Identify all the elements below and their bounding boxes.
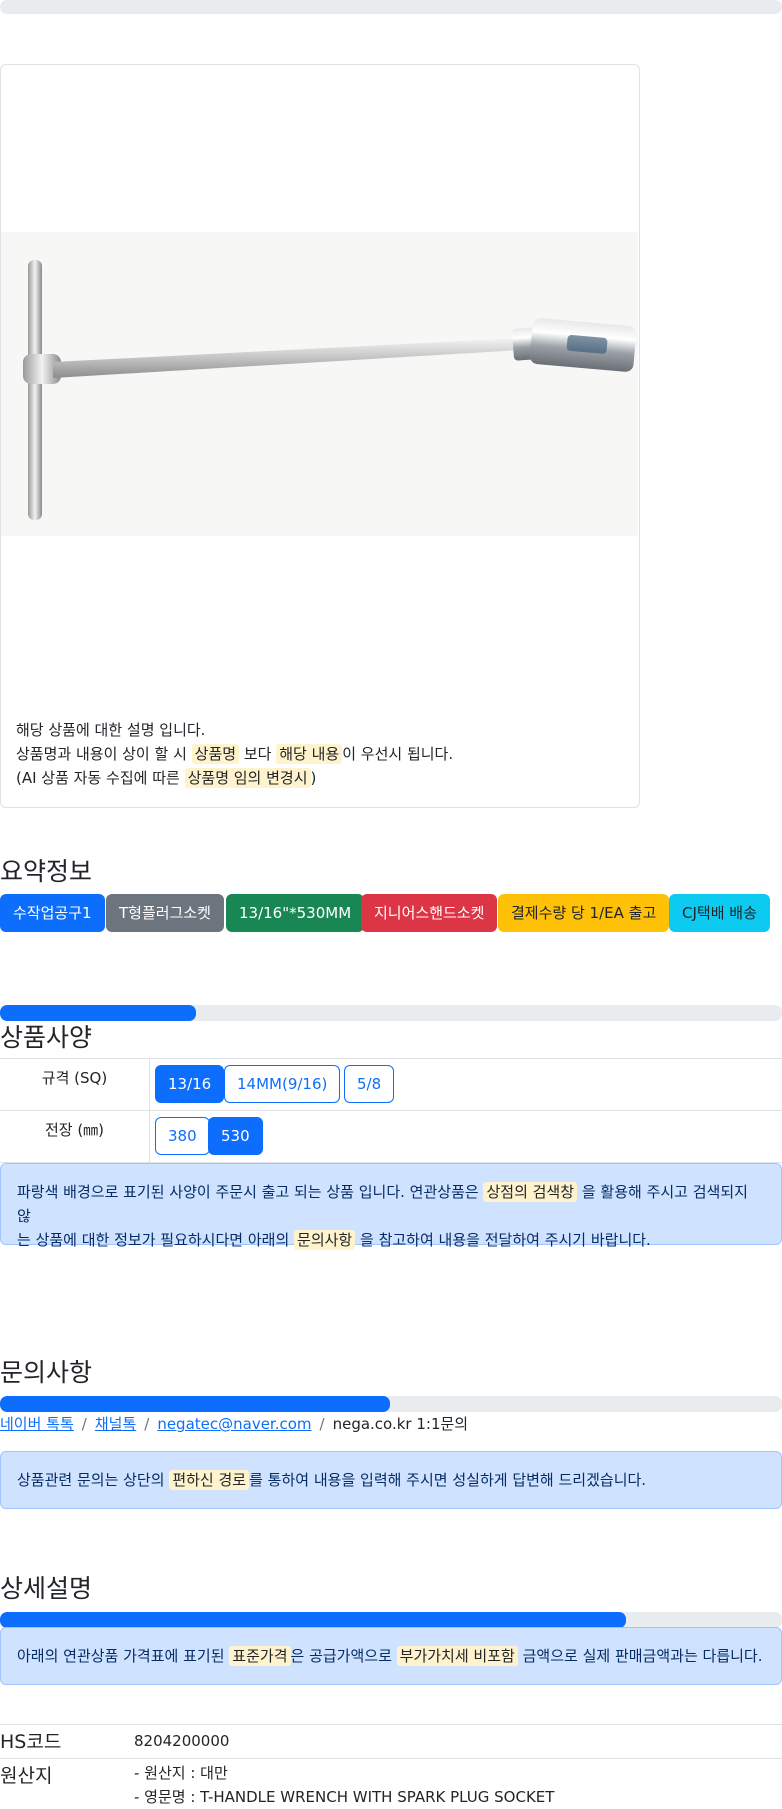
desc-line-3: (AI 상품 자동 수집에 따른 상품명 임의 변경시) (16, 766, 453, 790)
origin-value: - 원산지 : 대만 - 영문명 : T-HANDLE WRENCH WITH … (134, 1761, 554, 1809)
highlight-content: 해당 내용 (276, 744, 343, 764)
naver-talk-link[interactable]: 네이버 톡톡 (0, 1415, 74, 1433)
notice-text: 은 공급가액으로 (290, 1647, 392, 1665)
spec-notice-line-2: 는 상품에 대한 정보가 필요하시다면 아래의 문의사항 을 참고하여 내용을 … (17, 1228, 765, 1252)
origin-english-name: - 영문명 : T-HANDLE WRENCH WITH SPARK PLUG … (134, 1788, 555, 1806)
notice-text: 는 상품에 대한 정보가 필요하시다면 아래의 (17, 1231, 290, 1249)
option-5-8[interactable]: 5/8 (344, 1065, 395, 1103)
highlight-route: 편하신 경로 (169, 1470, 250, 1490)
desc-text: 상품명과 내용이 상이 할 시 (16, 745, 187, 763)
notice-text: 금액으로 실제 판매금액과는 다릅니다. (522, 1647, 763, 1665)
spec-progress-bar (0, 1005, 782, 1021)
separator: / (319, 1415, 325, 1433)
spec-notice-line-1: 파랑색 배경으로 표기된 사양이 주문시 출고 되는 상품 입니다. 연관상품은… (17, 1180, 765, 1228)
inquiry-progress-fill (0, 1396, 390, 1412)
detail-progress-fill (0, 1612, 626, 1628)
product-description: 해당 상품에 대한 설명 입니다. 상품명과 내용이 상이 할 시 상품명 보다… (16, 718, 453, 790)
notice-text: 상품관련 문의는 상단의 (17, 1471, 165, 1489)
notice-text: 을 참고하여 내용을 전달하여 주시기 바랍니다. (360, 1231, 651, 1249)
spec-row-size: 규격 (SQ) 13/16 14MM(9/16) 5/8 (0, 1059, 782, 1111)
desc-line-2: 상품명과 내용이 상이 할 시 상품명 보다 해당 내용 이 우선시 됩니다. (16, 742, 453, 766)
spec-table: 규격 (SQ) 13/16 14MM(9/16) 5/8 전장 (㎜) 380 … (0, 1058, 782, 1163)
spec-label-size: 규격 (SQ) (0, 1059, 150, 1110)
option-13-16[interactable]: 13/16 (155, 1065, 225, 1103)
detail-title: 상세설명 (0, 1574, 93, 1603)
inquiry-title: 문의사항 (0, 1358, 93, 1387)
inquiry-links: 네이버 톡톡 / 채널톡 / negatec@naver.com / nega.co.kr … (0, 1412, 468, 1436)
summary-badge: T형플러그소켓 (106, 894, 224, 932)
inquiry-notice: 상품관련 문의는 상단의 편하신 경로 를 통하여 내용을 입력해 주시면 성실하… (0, 1451, 782, 1509)
desc-text: (AI 상품 자동 수집에 따른 (16, 769, 180, 787)
option-380[interactable]: 380 (155, 1117, 210, 1155)
desc-text: ) (310, 769, 317, 787)
option-530[interactable]: 530 (208, 1117, 263, 1155)
highlight-search: 상점의 검색창 (483, 1182, 578, 1202)
separator: / (144, 1415, 150, 1433)
product-image (1, 232, 638, 536)
detail-notice: 아래의 연관상품 가격표에 표기된 표준가격 은 공급가액으로 부가가치세 비포함… (0, 1627, 782, 1685)
desc-text: 이 우선시 됩니다. (342, 745, 454, 763)
origin-label: 원산지 (0, 1765, 53, 1787)
detail-progress-bar (0, 1612, 782, 1628)
origin-row: 원산지 - 원산지 : 대만 - 영문명 : T-HANDLE WRENCH W… (0, 1758, 782, 1808)
origin-country: - 원산지 : 대만 (134, 1764, 228, 1782)
summary-badge: 지니어스핸드소켓 (361, 894, 498, 932)
notice-text: 아래의 연관상품 가격표에 표기된 (17, 1647, 225, 1665)
desc-text: 보다 (243, 745, 272, 763)
spec-title: 상품사양 (0, 1023, 93, 1052)
hs-code-value: 8204200000 (134, 1732, 230, 1750)
t-handle-wrench-illustration (23, 260, 637, 520)
hs-code-row: HS코드 8204200000 (0, 1724, 782, 1758)
highlight-standard-price: 표준가격 (229, 1646, 291, 1666)
summary-badge: 13/16"*530MM (226, 894, 365, 932)
summary-badge: CJ택배 배송 (669, 894, 770, 932)
notice-text: 를 통하여 내용을 입력해 주시면 성실하게 답변해 드리겠습니다. (249, 1471, 647, 1489)
channel-talk-link[interactable]: 채널톡 (95, 1415, 136, 1433)
highlight-vat-excluded: 부가가치세 비포함 (396, 1646, 518, 1666)
highlight-inquiry: 문의사항 (294, 1230, 356, 1250)
summary-badge: 결제수량 당 1/EA 출고 (498, 894, 670, 932)
inquiry-progress-bar (0, 1396, 782, 1412)
summary-title: 요약정보 (0, 857, 93, 886)
spec-row-length: 전장 (㎜) 380 530 (0, 1111, 782, 1163)
highlight-name-change: 상품명 임의 변경시 (184, 768, 311, 788)
highlight-product-name: 상품명 (191, 744, 240, 764)
site-inquiry-text: nega.co.kr 1:1문의 (332, 1415, 469, 1433)
email-link[interactable]: negatec@naver.com (157, 1415, 311, 1433)
top-progress-bar (0, 0, 782, 14)
spec-label-length: 전장 (㎜) (0, 1111, 150, 1162)
option-14mm[interactable]: 14MM(9/16) (224, 1065, 341, 1103)
separator: / (81, 1415, 87, 1433)
spec-notice: 파랑색 배경으로 표기된 사양이 주문시 출고 되는 상품 입니다. 연관상품은… (0, 1163, 782, 1250)
notice-text: 파랑색 배경으로 표기된 사양이 주문시 출고 되는 상품 입니다. 연관상품은 (17, 1183, 479, 1201)
desc-line-1: 해당 상품에 대한 설명 입니다. (16, 721, 206, 739)
summary-badge: 수작업공구1 (0, 894, 105, 932)
hs-code-label: HS코드 (0, 1731, 62, 1753)
